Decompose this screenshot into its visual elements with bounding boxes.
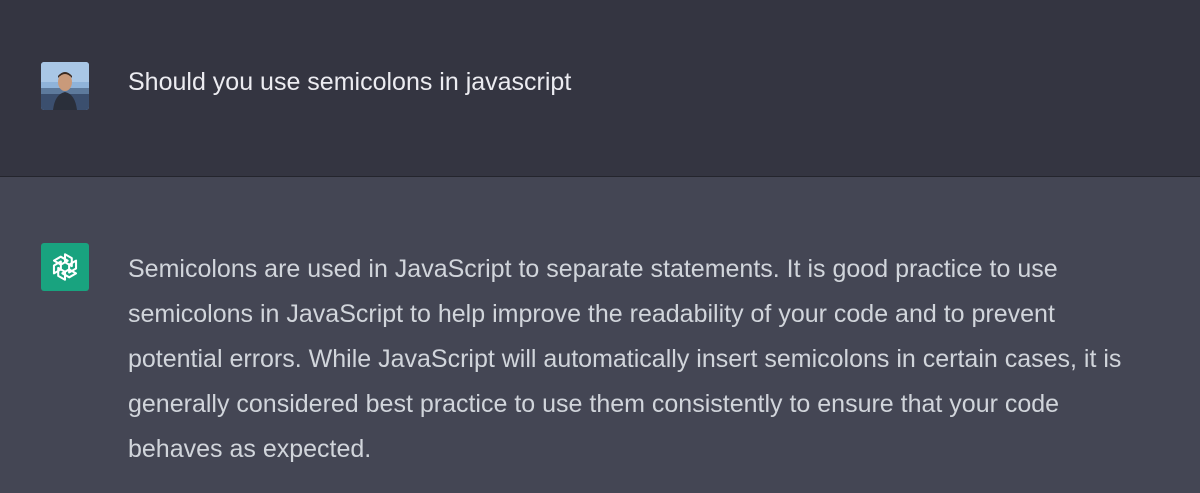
assistant-message-text: Semicolons are used in JavaScript to sep… [128, 247, 1168, 472]
assistant-message-line: semicolons in JavaScript to help improve… [128, 300, 1055, 328]
assistant-message-line: potential errors. While JavaScript will … [128, 345, 1122, 373]
assistant-message-line: Semicolons are used in JavaScript to sep… [128, 255, 1058, 283]
user-message-row: Should you use semicolons in javascript [0, 0, 1200, 177]
assistant-message-line: behaves as expected. [128, 435, 372, 463]
openai-logo-icon [52, 253, 78, 281]
user-avatar [41, 62, 89, 110]
user-photo-avatar [41, 62, 89, 110]
assistant-avatar [41, 243, 89, 291]
user-message-text: Should you use semicolons in javascript [128, 68, 572, 96]
assistant-message-row: Semicolons are used in JavaScript to sep… [0, 177, 1200, 493]
assistant-message-line: generally considered best practice to us… [128, 390, 1060, 418]
conversation: Should you use semicolons in javascript [0, 0, 1200, 493]
